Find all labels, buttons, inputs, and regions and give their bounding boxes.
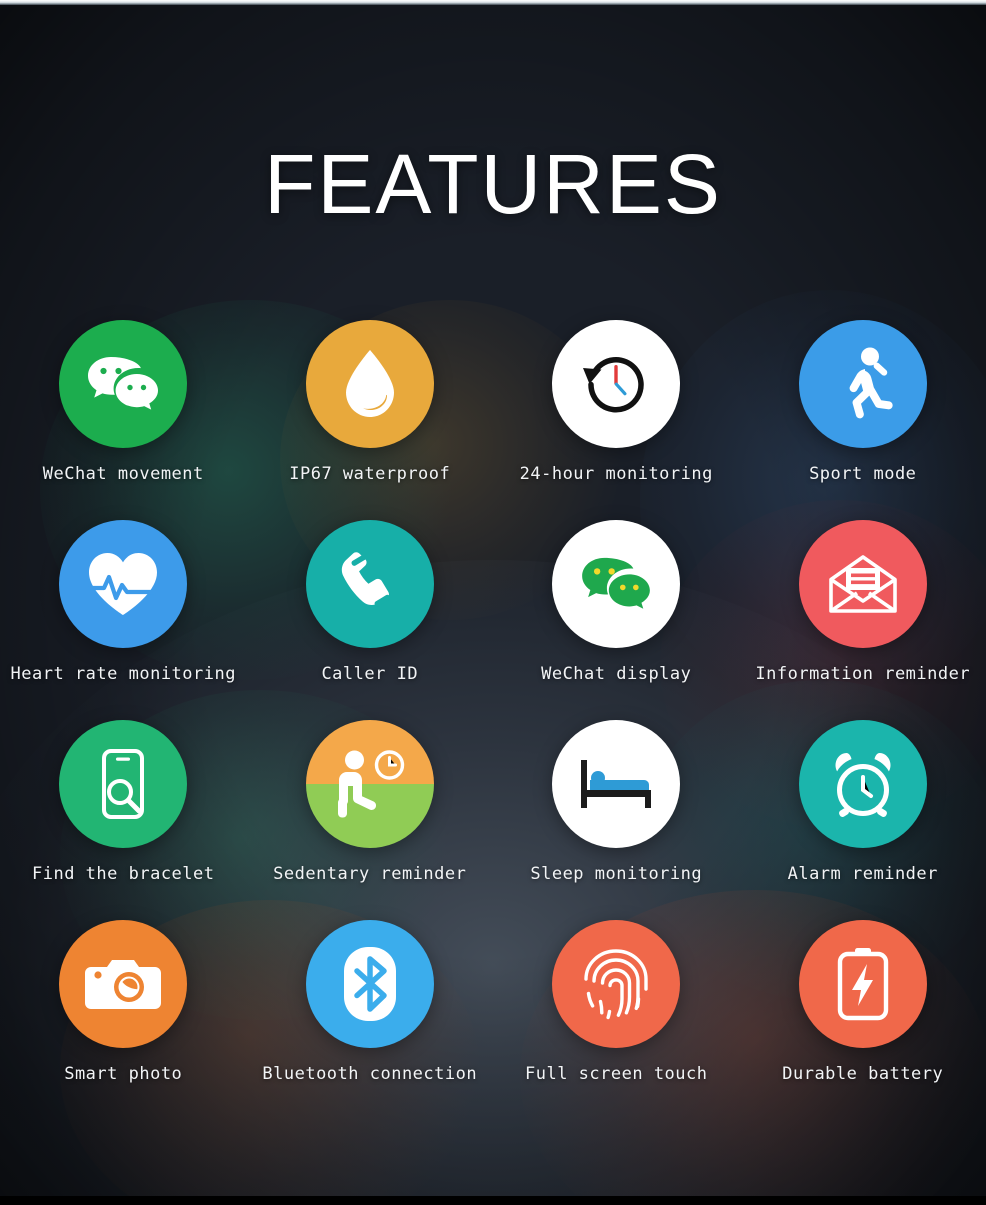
feature-label: Full screen touch	[525, 1064, 708, 1084]
fingerprint-icon	[584, 949, 648, 1020]
wechat-bubbles-icon	[88, 357, 159, 410]
feature-item-sedentary-reminder[interactable]: Sedentary reminder	[247, 720, 494, 920]
feature-item-ip67-waterproof[interactable]: IP67 waterproof	[247, 320, 494, 520]
feature-label: Sedentary reminder	[273, 864, 467, 884]
feature-item-wechat-movement[interactable]: WeChat movement	[0, 320, 247, 520]
feature-item-sleep-monitoring[interactable]: Sleep monitoring	[493, 720, 740, 920]
feature-icon-circle[interactable]	[305, 720, 434, 848]
feature-label: WeChat movement	[42, 464, 204, 484]
feature-item-caller-id[interactable]: Caller ID	[247, 520, 494, 720]
feature-label: Smart photo	[64, 1064, 183, 1084]
feature-icon-circle[interactable]	[59, 920, 188, 1048]
feature-item-information-reminder[interactable]: Information reminder	[740, 520, 986, 720]
features-page: FEATURES WeChat movement IP67 waterproof…	[0, 0, 986, 1205]
features-row: Smart photo Bluetooth connection Full sc…	[0, 920, 986, 1120]
battery-bolt-icon	[837, 948, 888, 1021]
alarm-clock-icon	[835, 753, 891, 817]
running-person-icon	[849, 347, 893, 419]
feature-icon-circle[interactable]	[305, 320, 434, 448]
seated-person-clock-icon	[337, 750, 404, 818]
feature-icon-circle[interactable]	[798, 320, 927, 448]
heart-pulse-icon	[88, 553, 158, 615]
feature-icon-circle[interactable]	[305, 920, 434, 1048]
feature-label: Durable battery	[782, 1064, 944, 1084]
feature-icon-circle[interactable]	[59, 520, 188, 648]
features-grid: WeChat movement IP67 waterproof 24-hour …	[0, 320, 986, 1120]
feature-label: Information reminder	[755, 664, 971, 684]
feature-item-full-screen-touch[interactable]: Full screen touch	[493, 920, 740, 1120]
phone-search-icon	[102, 749, 145, 819]
features-row: Heart rate monitoring Caller ID WeChat d…	[0, 520, 986, 720]
feature-item-sport-mode[interactable]: Sport mode	[740, 320, 986, 520]
wechat-bubbles-green-icon	[582, 557, 651, 609]
feature-item-24-hour-monitoring[interactable]: 24-hour monitoring	[493, 320, 740, 520]
page-title: FEATURES	[264, 137, 722, 231]
feature-label: Sport mode	[809, 464, 917, 484]
feature-label: Bluetooth connection	[262, 1064, 478, 1084]
feature-icon-circle[interactable]	[798, 920, 927, 1048]
feature-icon-circle[interactable]	[305, 520, 434, 648]
feature-label: IP67 waterproof	[289, 464, 451, 484]
feature-item-find-the-bracelet[interactable]: Find the bracelet	[0, 720, 247, 920]
feature-icon-circle[interactable]	[552, 720, 681, 848]
feature-label: Caller ID	[321, 664, 419, 684]
open-envelope-icon	[828, 555, 897, 613]
feature-icon-circle[interactable]	[552, 320, 681, 448]
feature-label: Alarm reminder	[787, 864, 938, 884]
bed-sleep-icon	[581, 760, 652, 808]
feature-label: Heart rate monitoring	[10, 664, 236, 684]
clock-history-icon	[583, 357, 644, 413]
feature-icon-circle[interactable]	[59, 320, 188, 448]
features-row: Find the bracelet Sedentary reminder Sle…	[0, 720, 986, 920]
phone-handset-icon	[341, 552, 390, 607]
feature-item-durable-battery[interactable]: Durable battery	[740, 920, 986, 1120]
feature-label: 24-hour monitoring	[519, 464, 713, 484]
feature-icon-circle[interactable]	[552, 520, 681, 648]
feature-icon-circle[interactable]	[59, 720, 188, 848]
feature-item-smart-photo[interactable]: Smart photo	[0, 920, 247, 1120]
feature-icon-circle[interactable]	[798, 520, 927, 648]
feature-item-heart-rate-monitoring[interactable]: Heart rate monitoring	[0, 520, 247, 720]
camera-icon	[85, 960, 162, 1009]
features-row: WeChat movement IP67 waterproof 24-hour …	[0, 320, 986, 520]
feature-icon-circle[interactable]	[798, 720, 927, 848]
bottom-edge-strip	[0, 1196, 986, 1205]
feature-item-bluetooth-connection[interactable]: Bluetooth connection	[247, 920, 494, 1120]
bluetooth-icon	[343, 947, 396, 1021]
feature-item-wechat-display[interactable]: WeChat display	[493, 520, 740, 720]
feature-item-alarm-reminder[interactable]: Alarm reminder	[740, 720, 986, 920]
feature-icon-circle[interactable]	[552, 920, 681, 1048]
feature-label: Sleep monitoring	[530, 864, 703, 884]
water-drop-icon	[345, 350, 394, 417]
feature-label: Find the bracelet	[32, 864, 215, 884]
feature-label: WeChat display	[541, 664, 692, 684]
